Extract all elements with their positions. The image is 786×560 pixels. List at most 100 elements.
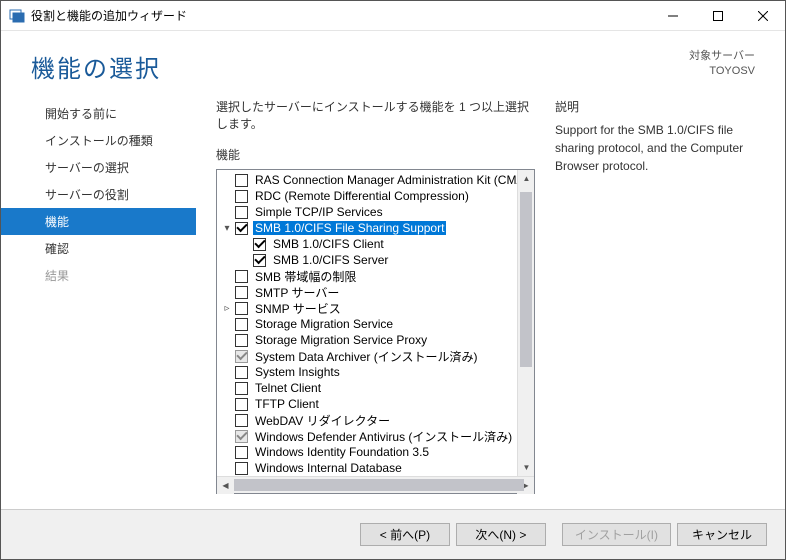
feature-label[interactable]: TFTP Client <box>253 397 321 411</box>
feature-checkbox[interactable] <box>235 206 248 219</box>
expand-icon[interactable]: ▹ <box>221 303 233 314</box>
feature-checkbox[interactable] <box>235 286 248 299</box>
vertical-scrollbar[interactable]: ▲ ▼ <box>517 170 534 476</box>
app-icon <box>9 8 25 24</box>
feature-row[interactable]: TFTP Client <box>221 396 534 412</box>
hscrollbar-thumb[interactable] <box>234 479 524 491</box>
feature-checkbox[interactable] <box>235 382 248 395</box>
feature-checkbox[interactable] <box>235 174 248 187</box>
feature-checkbox[interactable] <box>235 366 248 379</box>
scroll-left-icon[interactable]: ◀ <box>217 477 234 494</box>
feature-label[interactable]: Simple TCP/IP Services <box>253 205 385 219</box>
feature-checkbox[interactable] <box>235 398 248 411</box>
feature-label[interactable]: System Data Archiver (インストール済み) <box>253 348 479 365</box>
sidebar-item-server-selection[interactable]: サーバーの選択 <box>1 154 196 181</box>
instruction-text: 選択したサーバーにインストールする機能を 1 つ以上選択します。 <box>216 98 535 132</box>
feature-label[interactable]: System Insights <box>253 365 342 379</box>
feature-label[interactable]: SMTP サーバー <box>253 284 341 301</box>
description-column: 説明 Support for the SMB 1.0/CIFS file sha… <box>555 98 755 499</box>
feature-row[interactable]: System Insights <box>221 364 534 380</box>
feature-checkbox[interactable] <box>235 430 248 443</box>
feature-label[interactable]: Windows Defender Antivirus (インストール済み) <box>253 428 514 445</box>
feature-label[interactable]: SNMP サービス <box>253 300 343 317</box>
feature-row[interactable]: Telnet Client <box>221 380 534 396</box>
wizard-footer: < 前へ(P) 次へ(N) > インストール(I) キャンセル <box>1 509 785 559</box>
features-tree-container: RAS Connection Manager Administration Ki… <box>216 169 535 494</box>
feature-label[interactable]: Storage Migration Service <box>253 317 395 331</box>
body: 開始する前に インストールの種類 サーバーの選択 サーバーの役割 機能 確認 結… <box>1 94 785 509</box>
feature-checkbox[interactable] <box>235 270 248 283</box>
feature-label[interactable]: Storage Migration Service Proxy <box>253 333 429 347</box>
feature-label[interactable]: Windows Identity Foundation 3.5 <box>253 445 431 459</box>
sidebar-item-install-type[interactable]: インストールの種類 <box>1 127 196 154</box>
features-tree-scroll[interactable]: RAS Connection Manager Administration Ki… <box>217 170 534 476</box>
feature-label[interactable]: WebDAV リダイレクター <box>253 412 392 429</box>
feature-row[interactable]: ▹ SNMP サービス <box>221 300 534 316</box>
feature-label[interactable]: Windows Internal Database <box>253 461 404 475</box>
scroll-down-icon[interactable]: ▼ <box>518 459 534 476</box>
scroll-up-icon[interactable]: ▲ <box>518 170 534 187</box>
window-title: 役割と機能の追加ウィザード <box>31 7 650 24</box>
feature-row[interactable]: Storage Migration Service Proxy <box>221 332 534 348</box>
install-button: インストール(I) <box>562 523 671 546</box>
sidebar-item-confirmation[interactable]: 確認 <box>1 235 196 262</box>
feature-row[interactable]: SMB 1.0/CIFS Server <box>221 252 534 268</box>
feature-row[interactable]: SMTP サーバー <box>221 284 534 300</box>
feature-row[interactable]: System Data Archiver (インストール済み) <box>221 348 534 364</box>
feature-row[interactable]: SMB 1.0/CIFS Client <box>221 236 534 252</box>
feature-row[interactable]: ▾ SMB 1.0/CIFS File Sharing Support <box>221 220 534 236</box>
feature-checkbox[interactable] <box>253 254 266 267</box>
sidebar-item-features[interactable]: 機能 <box>1 208 196 235</box>
titlebar: 役割と機能の追加ウィザード <box>1 1 785 31</box>
cancel-button[interactable]: キャンセル <box>677 523 767 546</box>
feature-checkbox[interactable] <box>235 302 248 315</box>
feature-checkbox[interactable] <box>235 414 248 427</box>
feature-checkbox[interactable] <box>235 222 248 235</box>
close-button[interactable] <box>740 1 785 30</box>
description-heading: 説明 <box>555 98 755 115</box>
feature-row[interactable]: Simple TCP/IP Services <box>221 204 534 220</box>
feature-checkbox[interactable] <box>235 350 248 363</box>
target-server-info: 対象サーバー TOYOSV <box>689 49 755 80</box>
window-controls <box>650 1 785 30</box>
features-column: 選択したサーバーにインストールする機能を 1 つ以上選択します。 機能 RAS … <box>216 98 535 499</box>
maximize-button[interactable] <box>695 1 740 30</box>
minimize-button[interactable] <box>650 1 695 30</box>
previous-button[interactable]: < 前へ(P) <box>360 523 450 546</box>
feature-row[interactable]: SMB 帯域幅の制限 <box>221 268 534 284</box>
features-heading: 機能 <box>216 146 535 163</box>
feature-label[interactable]: RDC (Remote Differential Compression) <box>253 189 471 203</box>
feature-checkbox[interactable] <box>235 190 248 203</box>
feature-label[interactable]: SMB 1.0/CIFS Client <box>271 237 386 251</box>
feature-checkbox[interactable] <box>253 238 266 251</box>
sidebar-item-before-you-begin[interactable]: 開始する前に <box>1 100 196 127</box>
feature-row[interactable]: Storage Migration Service <box>221 316 534 332</box>
page-header: 機能の選択 対象サーバー TOYOSV <box>1 31 785 94</box>
collapse-icon[interactable]: ▾ <box>221 223 233 234</box>
feature-row[interactable]: Windows Identity Foundation 3.5 <box>221 444 534 460</box>
feature-row[interactable]: RDC (Remote Differential Compression) <box>221 188 534 204</box>
feature-checkbox[interactable] <box>235 334 248 347</box>
features-tree: RAS Connection Manager Administration Ki… <box>217 170 534 476</box>
feature-row[interactable]: Windows Defender Antivirus (インストール済み) <box>221 428 534 444</box>
feature-label[interactable]: SMB 1.0/CIFS File Sharing Support <box>253 221 446 235</box>
sidebar-item-results: 結果 <box>1 262 196 289</box>
feature-label[interactable]: RAS Connection Manager Administration Ki… <box>253 173 526 187</box>
next-button[interactable]: 次へ(N) > <box>456 523 546 546</box>
main-content: 選択したサーバーにインストールする機能を 1 つ以上選択します。 機能 RAS … <box>196 94 785 509</box>
feature-label[interactable]: Telnet Client <box>253 381 323 395</box>
page-title: 機能の選択 <box>31 49 161 84</box>
sidebar-item-server-roles[interactable]: サーバーの役割 <box>1 181 196 208</box>
feature-checkbox[interactable] <box>235 318 248 331</box>
scrollbar-thumb[interactable] <box>520 192 532 367</box>
horizontal-scrollbar[interactable]: ◀ ▶ <box>217 476 534 493</box>
feature-label[interactable]: SMB 1.0/CIFS Server <box>271 253 390 267</box>
feature-row[interactable]: WebDAV リダイレクター <box>221 412 534 428</box>
feature-label[interactable]: SMB 帯域幅の制限 <box>253 268 358 285</box>
wizard-steps-sidebar: 開始する前に インストールの種類 サーバーの選択 サーバーの役割 機能 確認 結… <box>1 94 196 509</box>
feature-checkbox[interactable] <box>235 462 248 475</box>
feature-row[interactable]: Windows Internal Database <box>221 460 534 476</box>
feature-row[interactable]: RAS Connection Manager Administration Ki… <box>221 172 534 188</box>
feature-checkbox[interactable] <box>235 446 248 459</box>
description-text: Support for the SMB 1.0/CIFS file sharin… <box>555 121 755 175</box>
